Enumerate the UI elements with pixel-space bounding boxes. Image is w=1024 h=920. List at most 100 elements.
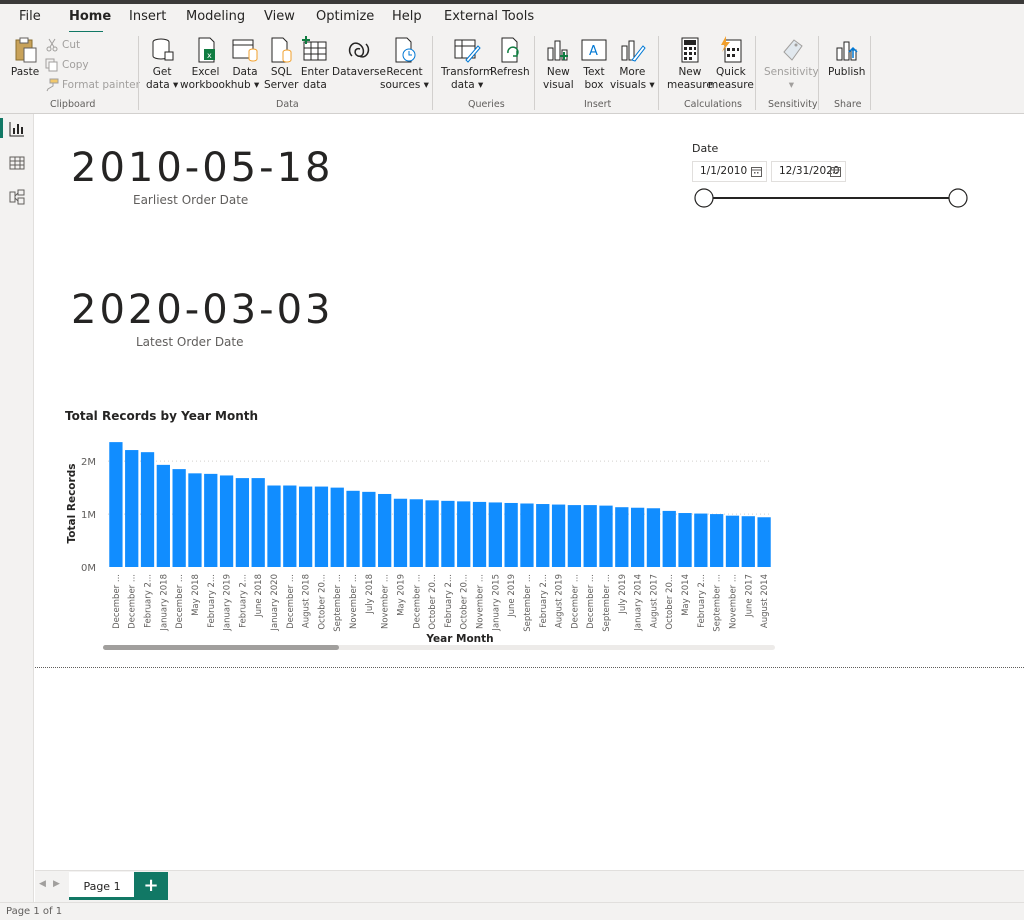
next-page-arrow[interactable]: ▶	[53, 879, 60, 889]
bar	[425, 500, 439, 567]
bar	[330, 487, 344, 567]
x-tick-label: August 2014	[760, 574, 770, 628]
bar	[757, 517, 771, 567]
tab-help[interactable]: Help	[392, 9, 422, 24]
more-visuals-button[interactable]: More visuals ▾	[610, 36, 655, 92]
calculations-group-label: Calculations	[684, 99, 742, 110]
bar	[283, 485, 297, 567]
bar	[409, 499, 423, 567]
bar	[504, 502, 518, 567]
x-tick-label: January 2019	[223, 574, 233, 632]
excel-label-2: workbook	[180, 79, 232, 91]
tab-modeling[interactable]: Modeling	[186, 9, 245, 24]
svg-text:A: A	[589, 44, 598, 59]
x-tick-label: December ...	[112, 574, 122, 629]
excel-workbook-button[interactable]: x Excel workbook	[180, 36, 231, 92]
new-measure-label-2: measure	[667, 79, 713, 91]
x-tick-label: November ...	[728, 574, 738, 629]
slider-start-handle[interactable]	[694, 188, 714, 208]
sql-server-button[interactable]: SQL Server	[264, 36, 298, 92]
transform-data-icon	[454, 39, 481, 63]
chart-scrollbar-thumb[interactable]	[103, 645, 339, 650]
refresh-label: Refresh	[490, 66, 530, 78]
sensitivity-group-label: Sensitivity	[768, 99, 818, 110]
tab-home[interactable]: Home	[69, 9, 111, 24]
prev-page-arrow[interactable]: ◀	[39, 879, 46, 889]
menu-bar: File Home Insert Modeling View Optimize …	[0, 4, 1024, 34]
date-range-slider[interactable]	[690, 184, 980, 212]
refresh-button[interactable]: Refresh	[490, 36, 530, 79]
bar	[694, 513, 708, 567]
x-tick-label: January 2014	[634, 574, 644, 632]
bar	[251, 478, 265, 567]
x-tick-label: May 2018	[191, 574, 201, 616]
group-separator	[755, 36, 756, 110]
bar	[536, 504, 550, 567]
sql-server-label-2: Server	[264, 79, 299, 91]
text-box-button[interactable]: A Text box	[579, 36, 609, 92]
x-tick-label: December ...	[412, 574, 422, 629]
text-box-icon: A	[581, 39, 607, 61]
x-tick-label: October 20...	[665, 574, 675, 630]
get-data-label-1: Get	[152, 66, 172, 78]
table-view-icon[interactable]	[8, 154, 26, 172]
x-tick-label: October 20...	[428, 574, 438, 630]
bar	[362, 491, 376, 567]
copy-button[interactable]: Copy	[45, 58, 89, 72]
slider-end-handle[interactable]	[948, 188, 968, 208]
new-visual-button[interactable]: New visual	[543, 36, 574, 92]
x-tick-label: July 2018	[365, 574, 375, 615]
bar	[741, 516, 755, 567]
y-tick-label: 2M	[81, 457, 96, 468]
paste-button[interactable]: Paste	[10, 36, 40, 79]
earliest-order-date-label: Earliest Order Date	[133, 193, 249, 207]
dataverse-label: Dataverse	[332, 66, 386, 78]
tab-optimize[interactable]: Optimize	[316, 9, 374, 24]
x-tick-label: February 2...	[539, 574, 549, 628]
add-page-button[interactable]: +	[134, 872, 168, 900]
sensitivity-label-icon	[783, 39, 804, 61]
bar	[140, 452, 155, 567]
bar	[725, 515, 740, 567]
new-visual-label-2: visual	[543, 79, 574, 91]
enter-data-label-1: Enter	[300, 66, 330, 78]
publish-button[interactable]: Publish	[828, 36, 865, 79]
cut-button[interactable]: Cut	[45, 38, 80, 52]
bar	[710, 514, 724, 567]
group-separator	[818, 36, 819, 110]
slicer-title: Date	[692, 142, 719, 155]
bar	[378, 493, 392, 567]
quick-measure-button[interactable]: Quick measure	[708, 36, 754, 92]
more-visuals-icon	[621, 40, 647, 62]
recent-sources-icon	[395, 37, 416, 63]
get-data-button[interactable]: Get data ▾	[146, 36, 178, 92]
transform-data-button[interactable]: Transform data ▾	[441, 36, 493, 92]
enter-data-button[interactable]: Enter data	[300, 36, 330, 92]
publish-icon	[836, 41, 858, 61]
page-tab-page-1[interactable]: Page 1	[69, 872, 135, 900]
format-painter-button[interactable]: Format painter	[45, 78, 140, 92]
x-tick-label: June 2018	[254, 574, 264, 618]
tab-file[interactable]: File	[19, 9, 41, 24]
paste-label: Paste	[10, 66, 40, 78]
x-tick-label: June 2019	[507, 574, 517, 618]
selected-view-indicator	[0, 118, 3, 138]
end-date-input[interactable]: 12/31/2020	[771, 161, 846, 182]
report-view-icon[interactable]	[8, 120, 26, 138]
refresh-icon	[501, 37, 519, 63]
sql-server-label-1: SQL	[270, 66, 292, 78]
tab-view[interactable]: View	[264, 9, 295, 24]
tab-insert[interactable]: Insert	[129, 9, 166, 24]
model-view-icon[interactable]	[8, 188, 26, 206]
tab-external-tools[interactable]: External Tools	[444, 9, 534, 24]
sensitivity-button[interactable]: Sensitivity ▾	[764, 36, 819, 92]
recent-sources-button[interactable]: Recent sources ▾	[380, 36, 429, 92]
new-measure-button[interactable]: New measure	[667, 36, 713, 92]
copy-label: Copy	[62, 59, 89, 71]
x-tick-label: September ...	[602, 574, 612, 632]
start-date-input[interactable]: 1/1/2010	[692, 161, 767, 182]
x-tick-label: February 2...	[238, 574, 248, 628]
x-tick-label: January 2015	[491, 574, 501, 632]
data-hub-button[interactable]: Data hub ▾	[230, 36, 260, 92]
dataverse-button[interactable]: Dataverse	[332, 36, 386, 79]
